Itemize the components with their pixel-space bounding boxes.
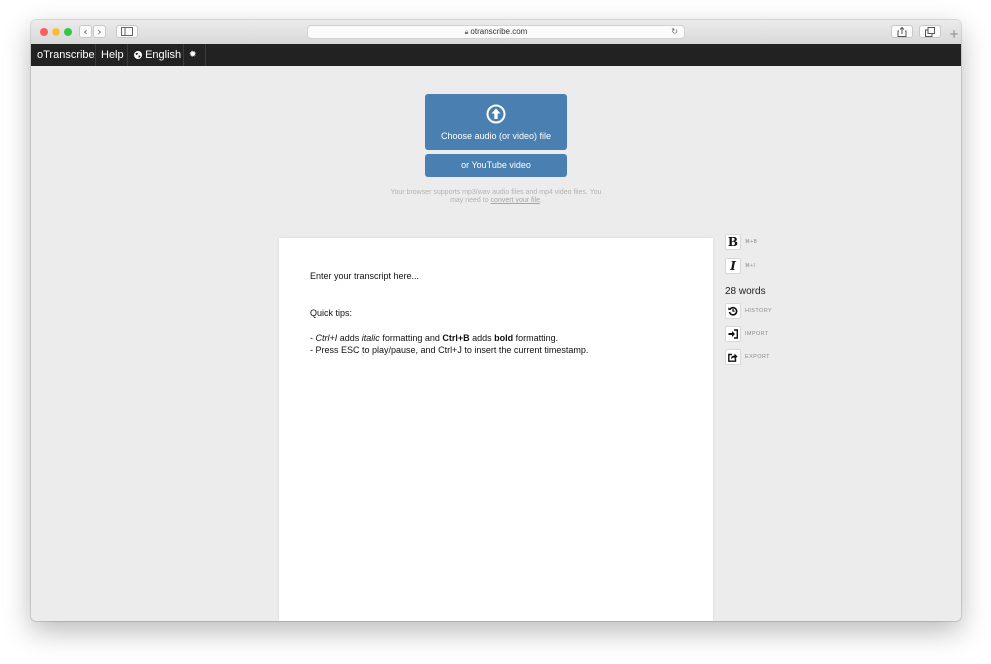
share-icon[interactable] — [891, 25, 913, 38]
youtube-video-button[interactable]: or YouTube video — [425, 154, 567, 177]
choose-file-label: Choose audio (or video) file — [440, 131, 552, 141]
help-link[interactable]: Help — [101, 44, 124, 66]
sidebar-icon[interactable] — [116, 25, 138, 38]
bold-shortcut: ⌘+B — [745, 239, 758, 245]
import-icon[interactable] — [725, 326, 741, 342]
nav-divider — [183, 44, 184, 66]
address-bar[interactable]: 🔒︎ otranscribe.com ↻ — [307, 25, 685, 39]
new-tab-icon[interactable]: + — [947, 26, 961, 42]
tabs-icon[interactable] — [919, 25, 941, 38]
transcript-editor[interactable]: Enter your transcript here... Quick tips… — [279, 238, 713, 621]
tips-heading: Quick tips: — [310, 308, 353, 318]
close-window-button[interactable] — [40, 28, 48, 36]
nav-divider — [95, 44, 96, 66]
browser-titlebar: ‹ › 🔒︎ otranscribe.com ↻ + — [31, 20, 961, 45]
lock-icon: 🔒︎ — [464, 28, 469, 36]
convert-file-link[interactable]: convert your file — [491, 197, 540, 204]
language-selector[interactable]: English — [134, 44, 181, 66]
app-navbar: oTranscribe Help English ✹ — [31, 44, 961, 66]
browser-window: ‹ › 🔒︎ otranscribe.com ↻ + oTranscribe He… — [31, 20, 961, 621]
format-support-note: Your browser supports mp3/wav audio file… — [390, 189, 602, 204]
minimize-window-button[interactable] — [52, 28, 60, 36]
editor-placeholder: Enter your transcript here... — [310, 271, 420, 281]
settings-icon[interactable]: ✹ — [189, 44, 197, 66]
zoom-window-button[interactable] — [64, 28, 72, 36]
word-count: 28 words — [725, 286, 766, 297]
export-icon[interactable] — [725, 349, 741, 365]
bold-button[interactable]: B — [725, 234, 741, 250]
choose-file-button[interactable]: Choose audio (or video) file — [425, 94, 567, 150]
nav-divider — [205, 44, 206, 66]
upload-arrow-icon — [486, 104, 506, 124]
history-icon[interactable] — [725, 303, 741, 319]
nav-divider — [127, 44, 128, 66]
language-label: English — [145, 49, 182, 61]
brand-link[interactable]: oTranscribe — [37, 44, 95, 66]
url-text: otranscribe.com — [470, 27, 528, 36]
italic-shortcut: ⌘+I — [745, 263, 756, 269]
tip-playback: - Press ESC to play/pause, and Ctrl+J to… — [310, 345, 589, 355]
export-button-label[interactable]: EXPORT — [745, 354, 770, 360]
import-button-label[interactable]: IMPORT — [745, 331, 769, 337]
back-icon[interactable]: ‹ — [79, 25, 92, 38]
tip-formatting: - Ctrl+I adds italic formatting and Ctrl… — [310, 333, 559, 343]
reload-icon[interactable]: ↻ — [671, 26, 678, 38]
globe-icon — [134, 51, 142, 59]
forward-icon[interactable]: › — [93, 25, 106, 38]
history-button-label[interactable]: HISTORY — [745, 308, 772, 314]
italic-button[interactable]: I — [725, 258, 741, 274]
